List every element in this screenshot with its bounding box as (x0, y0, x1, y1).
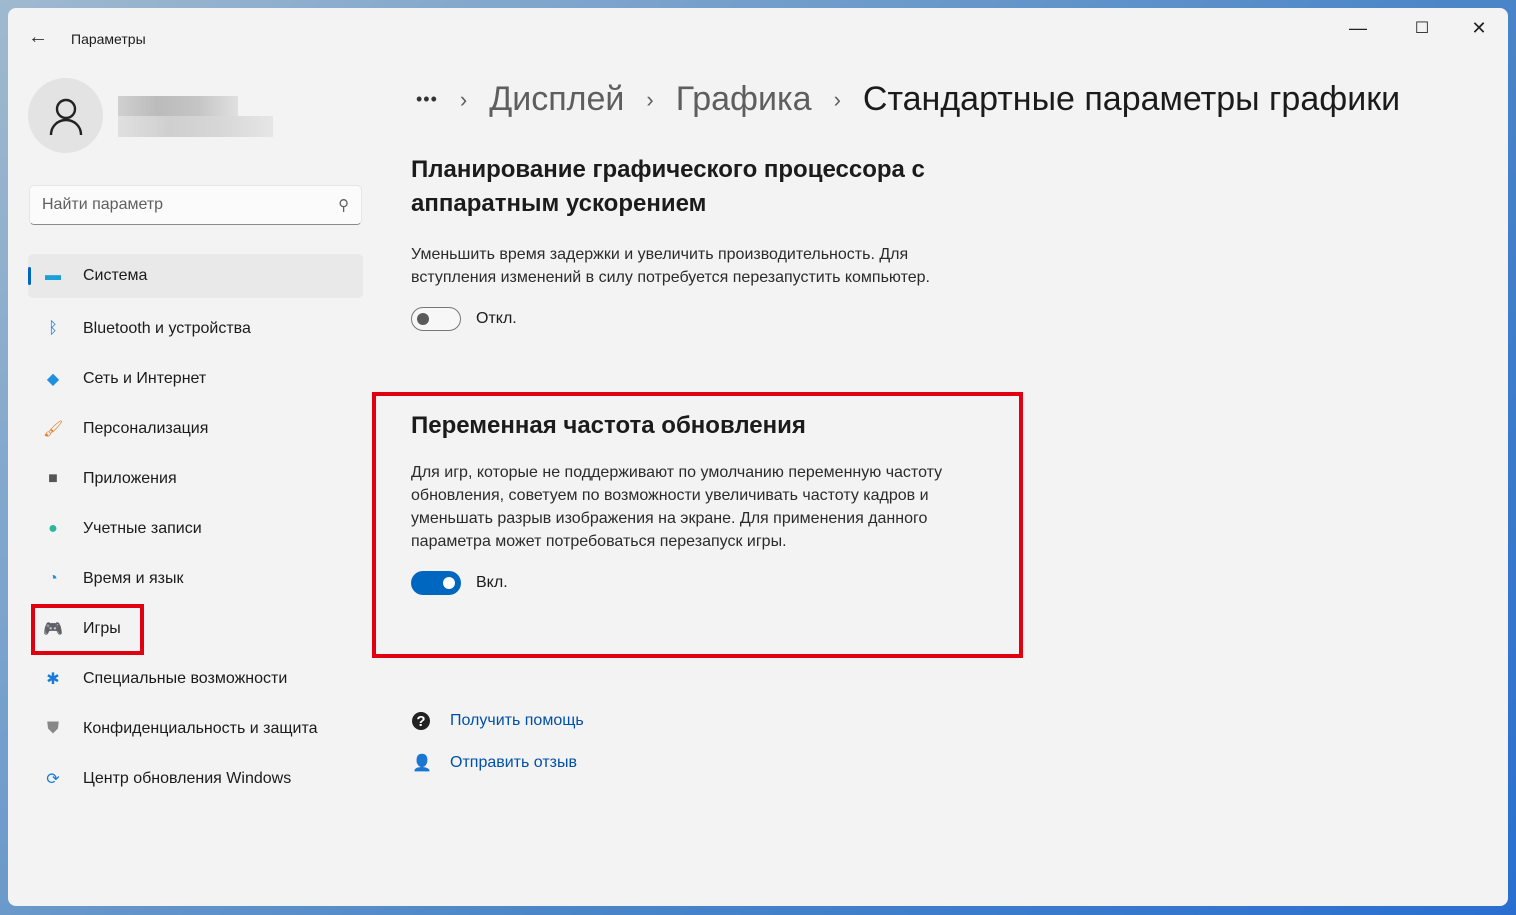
sidebar-item-9[interactable]: ⛊ Конфиденциальность и защита (28, 704, 363, 754)
vrr-description: Для игр, которые не поддерживают по умол… (411, 464, 943, 550)
sidebar-item-4[interactable]: ■ Приложения (28, 454, 363, 504)
breadcrumb-graphics[interactable]: Графика (676, 80, 812, 119)
hags-state: Откл. (476, 310, 517, 327)
brush-icon: 🖌 (43, 421, 64, 438)
breadcrumb-more-button[interactable]: ••• (416, 89, 438, 110)
vrr-title: Переменная частота обновления (411, 412, 806, 439)
breadcrumb: ••• › Дисплей › Графика › Стандартные па… (416, 80, 1400, 119)
sidebar-item-label: Учетные записи (83, 520, 202, 537)
search-icon: ⚲ (338, 197, 349, 214)
hags-toggle[interactable] (411, 307, 461, 331)
back-arrow-icon[interactable]: ← (28, 26, 48, 49)
account-icon: ● (48, 520, 58, 537)
sidebar-item-label: Bluetooth и устройства (83, 320, 251, 337)
vrr-toggle[interactable] (411, 571, 461, 595)
sidebar-item-10[interactable]: ⟳ Центр обновления Windows (28, 754, 363, 804)
minimize-button[interactable]: — (1343, 18, 1373, 39)
sidebar-item-label: Время и язык (83, 570, 184, 587)
breadcrumb-display[interactable]: Дисплей (489, 80, 624, 119)
hags-description: Уменьшить время задержки и увеличить про… (411, 246, 930, 286)
sidebar-item-0[interactable]: ▬ Система (28, 254, 363, 298)
search-placeholder: Найти параметр (42, 196, 164, 213)
maximize-button[interactable]: ☐ (1407, 18, 1437, 38)
page-title: Стандартные параметры графики (862, 80, 1401, 118)
breadcrumb-separator: › (459, 86, 468, 112)
sidebar-item-label: Специальные возможности (83, 670, 288, 687)
sidebar-nav: ▬ Система ᛒ Bluetooth и устройства ◆ Сеть и И… (28, 254, 363, 804)
sidebar-item-6[interactable]: ◔ Время и язык (28, 554, 363, 604)
blurred-username (118, 96, 238, 116)
feedback-icon: 👤 (412, 755, 432, 772)
vrr-section: Переменная частота обновления Для игр, к… (411, 409, 981, 595)
help-link-row[interactable]: ? Получить помощь (412, 712, 584, 730)
apps-icon: ■ (48, 470, 58, 487)
vrr-state: Вкл. (476, 574, 508, 591)
search-input[interactable]: Найти параметр ⚲ (29, 185, 362, 225)
update-icon: ⟳ (46, 771, 60, 788)
feedback-link-row[interactable]: 👤 Отправить отзыв (412, 753, 577, 773)
sidebar-item-label: Приложения (83, 470, 177, 487)
get-help-link[interactable]: Получить помощь (450, 712, 584, 730)
wifi-icon: ◆ (46, 371, 60, 388)
send-feedback-link[interactable]: Отправить отзыв (450, 754, 577, 772)
hags-title: Планирование графического процессора с а… (411, 156, 925, 217)
sidebar-item-1[interactable]: ᛒ Bluetooth и устройства (28, 304, 363, 354)
bluetooth-icon: ᛒ (48, 320, 58, 337)
breadcrumb-separator: › (833, 86, 841, 112)
blurred-email (118, 116, 273, 137)
sidebar-item-label: Персонализация (83, 420, 209, 437)
accessibility-icon: ✱ (46, 671, 60, 688)
sidebar-item-3[interactable]: 🖌 Персонализация (28, 404, 363, 454)
settings-window: ← Параметры — ☐ ✕ Найти параметр ⚲ ▬ Сист… (8, 8, 1508, 906)
sidebar-item-2[interactable]: ◆ Сеть и Интернет (28, 354, 363, 404)
sidebar-item-label: Система (83, 267, 148, 284)
sidebar-item-label: Сеть и Интернет (83, 370, 207, 387)
sidebar-item-5[interactable]: ● Учетные записи (28, 504, 363, 554)
sidebar-item-label: Конфиденциальность и защита (83, 720, 318, 737)
user-icon (49, 98, 82, 135)
avatar[interactable] (28, 78, 103, 153)
time-language-icon: ◔ (48, 570, 58, 587)
sidebar-item-8[interactable]: ✱ Специальные возможности (28, 654, 363, 704)
close-button[interactable]: ✕ (1464, 18, 1494, 39)
window-title: Параметры (71, 31, 146, 47)
sidebar-item-label: Центр обновления Windows (83, 770, 292, 787)
shield-icon: ⛊ (46, 720, 59, 737)
breadcrumb-separator: › (646, 86, 654, 112)
hags-section: Планирование графического процессора с а… (411, 153, 971, 331)
highlight-box-games (31, 604, 144, 655)
help-icon: ? (412, 712, 430, 730)
display-icon: ▬ (45, 267, 61, 284)
